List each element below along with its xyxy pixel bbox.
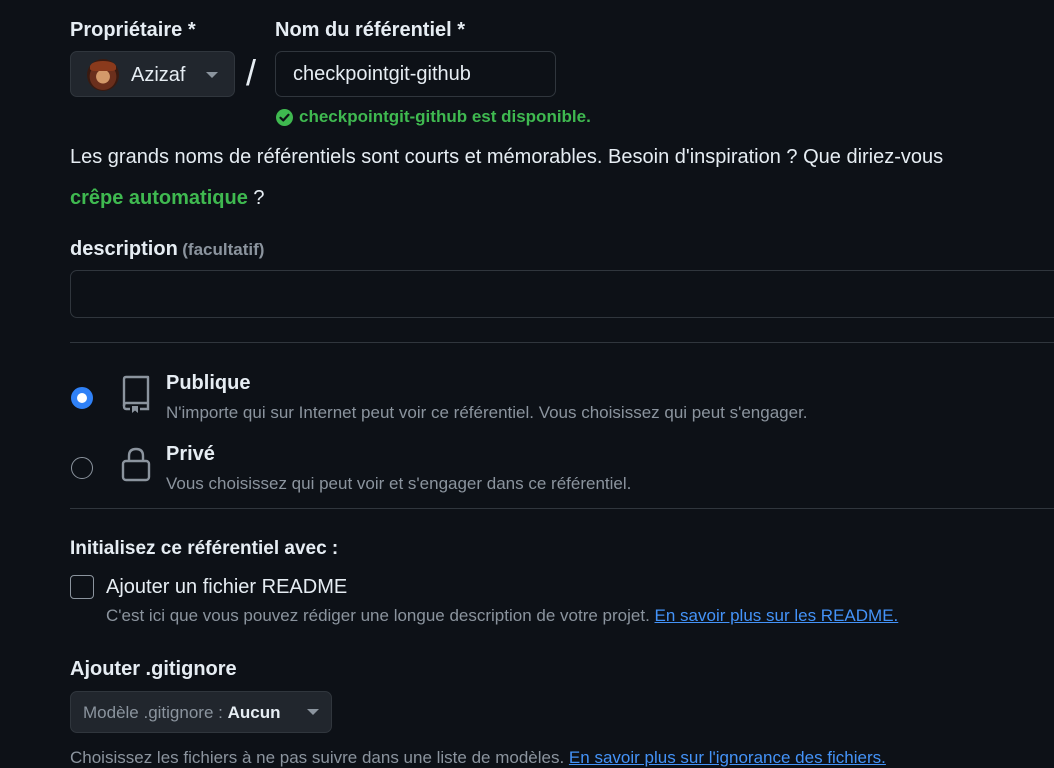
name-hint: Les grands noms de référentiels sont cou…	[70, 146, 944, 168]
gitignore-button-prefix: Modèle .gitignore :	[83, 703, 228, 722]
description-input[interactable]	[70, 270, 1054, 318]
owner-select-button[interactable]: Azizaf	[70, 51, 235, 97]
readme-learn-more-link[interactable]: En savoir plus sur les README.	[655, 606, 899, 625]
divider	[70, 508, 1054, 509]
readme-desc-line: C'est ici que vous pouvez rédiger une lo…	[106, 606, 898, 626]
owner-name: Azizaf	[131, 64, 186, 86]
visibility-private-radio[interactable]	[71, 457, 93, 479]
triangle-down-icon	[307, 709, 319, 715]
owner-repo-separator: /	[246, 52, 257, 93]
divider	[70, 342, 1054, 343]
gitignore-desc: Choisissez les fichiers à ne pas suivre …	[70, 748, 569, 767]
gitignore-template-button[interactable]: Modèle .gitignore : Aucun	[70, 691, 332, 733]
init-heading: Initialisez ce référentiel avec :	[70, 538, 339, 559]
check-circle-icon	[276, 108, 293, 126]
gitignore-heading: Ajouter .gitignore	[70, 658, 237, 680]
gitignore-button-text: Modèle .gitignore : Aucun	[83, 703, 280, 723]
description-label-row: description (facultatif)	[70, 238, 264, 261]
avatar	[87, 59, 119, 91]
owner-label: Propriétaire *	[70, 19, 196, 41]
optional-tag: (facultatif)	[182, 240, 265, 259]
lock-icon	[121, 447, 151, 482]
gitignore-learn-more-link[interactable]: En savoir plus sur l'ignorance des fichi…	[569, 748, 886, 767]
availability-text: checkpointgit-github est disponible.	[299, 107, 591, 126]
name-suggestion-line: crêpe automatique ?	[70, 187, 265, 210]
gitignore-desc-line: Choisissez les fichiers à ne pas suivre …	[70, 748, 886, 768]
name-suggestion-link[interactable]: crêpe automatique	[70, 187, 248, 209]
triangle-down-icon	[206, 72, 218, 78]
repo-name-input[interactable]	[275, 51, 556, 97]
description-label: description	[70, 238, 178, 260]
readme-label[interactable]: Ajouter un fichier README	[106, 576, 347, 599]
visibility-public-desc: N'importe qui sur Internet peut voir ce …	[166, 403, 808, 422]
visibility-private-desc: Vous choisissez qui peut voir et s'engag…	[166, 474, 632, 493]
gitignore-button-value: Aucun	[227, 703, 281, 722]
visibility-public-title: Publique	[166, 372, 251, 394]
readme-desc: C'est ici que vous pouvez rédiger une lo…	[106, 606, 655, 625]
visibility-private-title: Privé	[166, 443, 215, 465]
repo-name-label: Nom du référentiel *	[275, 19, 466, 41]
repo-icon	[122, 375, 150, 413]
readme-checkbox[interactable]	[70, 575, 94, 599]
availability-message: checkpointgit-github est disponible.	[276, 107, 591, 127]
suggestion-suffix: ?	[247, 187, 265, 209]
visibility-public-radio[interactable]	[71, 387, 93, 409]
